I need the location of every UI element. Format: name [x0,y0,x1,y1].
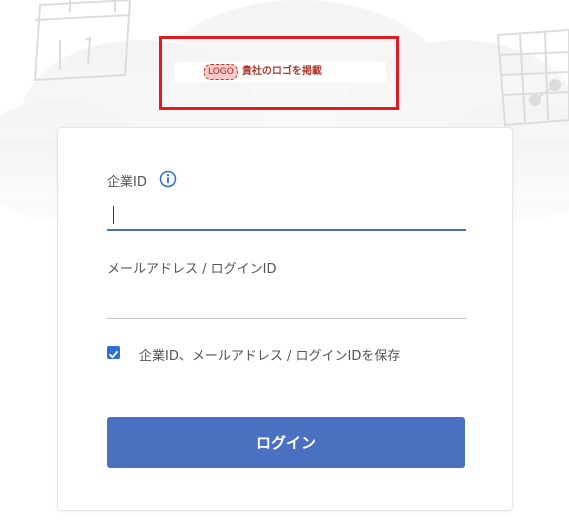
login-button[interactable]: ログイン [107,417,465,468]
text-caret [113,206,114,224]
login-card: 企業ID メールアドレス / ログインID 企業ID、メールアドレス / ログイ… [57,127,513,511]
company-logo: LOGO 貴社のロゴを掲載 [174,62,386,82]
email-login-id-input[interactable] [107,291,466,319]
company-id-input[interactable] [107,203,466,231]
logo-badge: LOGO [204,64,238,80]
logo-highlight-frame: LOGO 貴社のロゴを掲載 [159,36,399,110]
company-id-label: 企業ID [107,175,147,190]
remember-label[interactable]: 企業ID、メールアドレス / ログインIDを保存 [139,345,400,364]
check-icon [109,351,118,359]
logo-caption: 貴社のロゴを掲載 [241,66,322,77]
remember-checkbox[interactable] [107,346,120,359]
info-icon[interactable] [159,170,177,188]
email-login-id-label: メールアドレス / ログインID [107,262,277,277]
